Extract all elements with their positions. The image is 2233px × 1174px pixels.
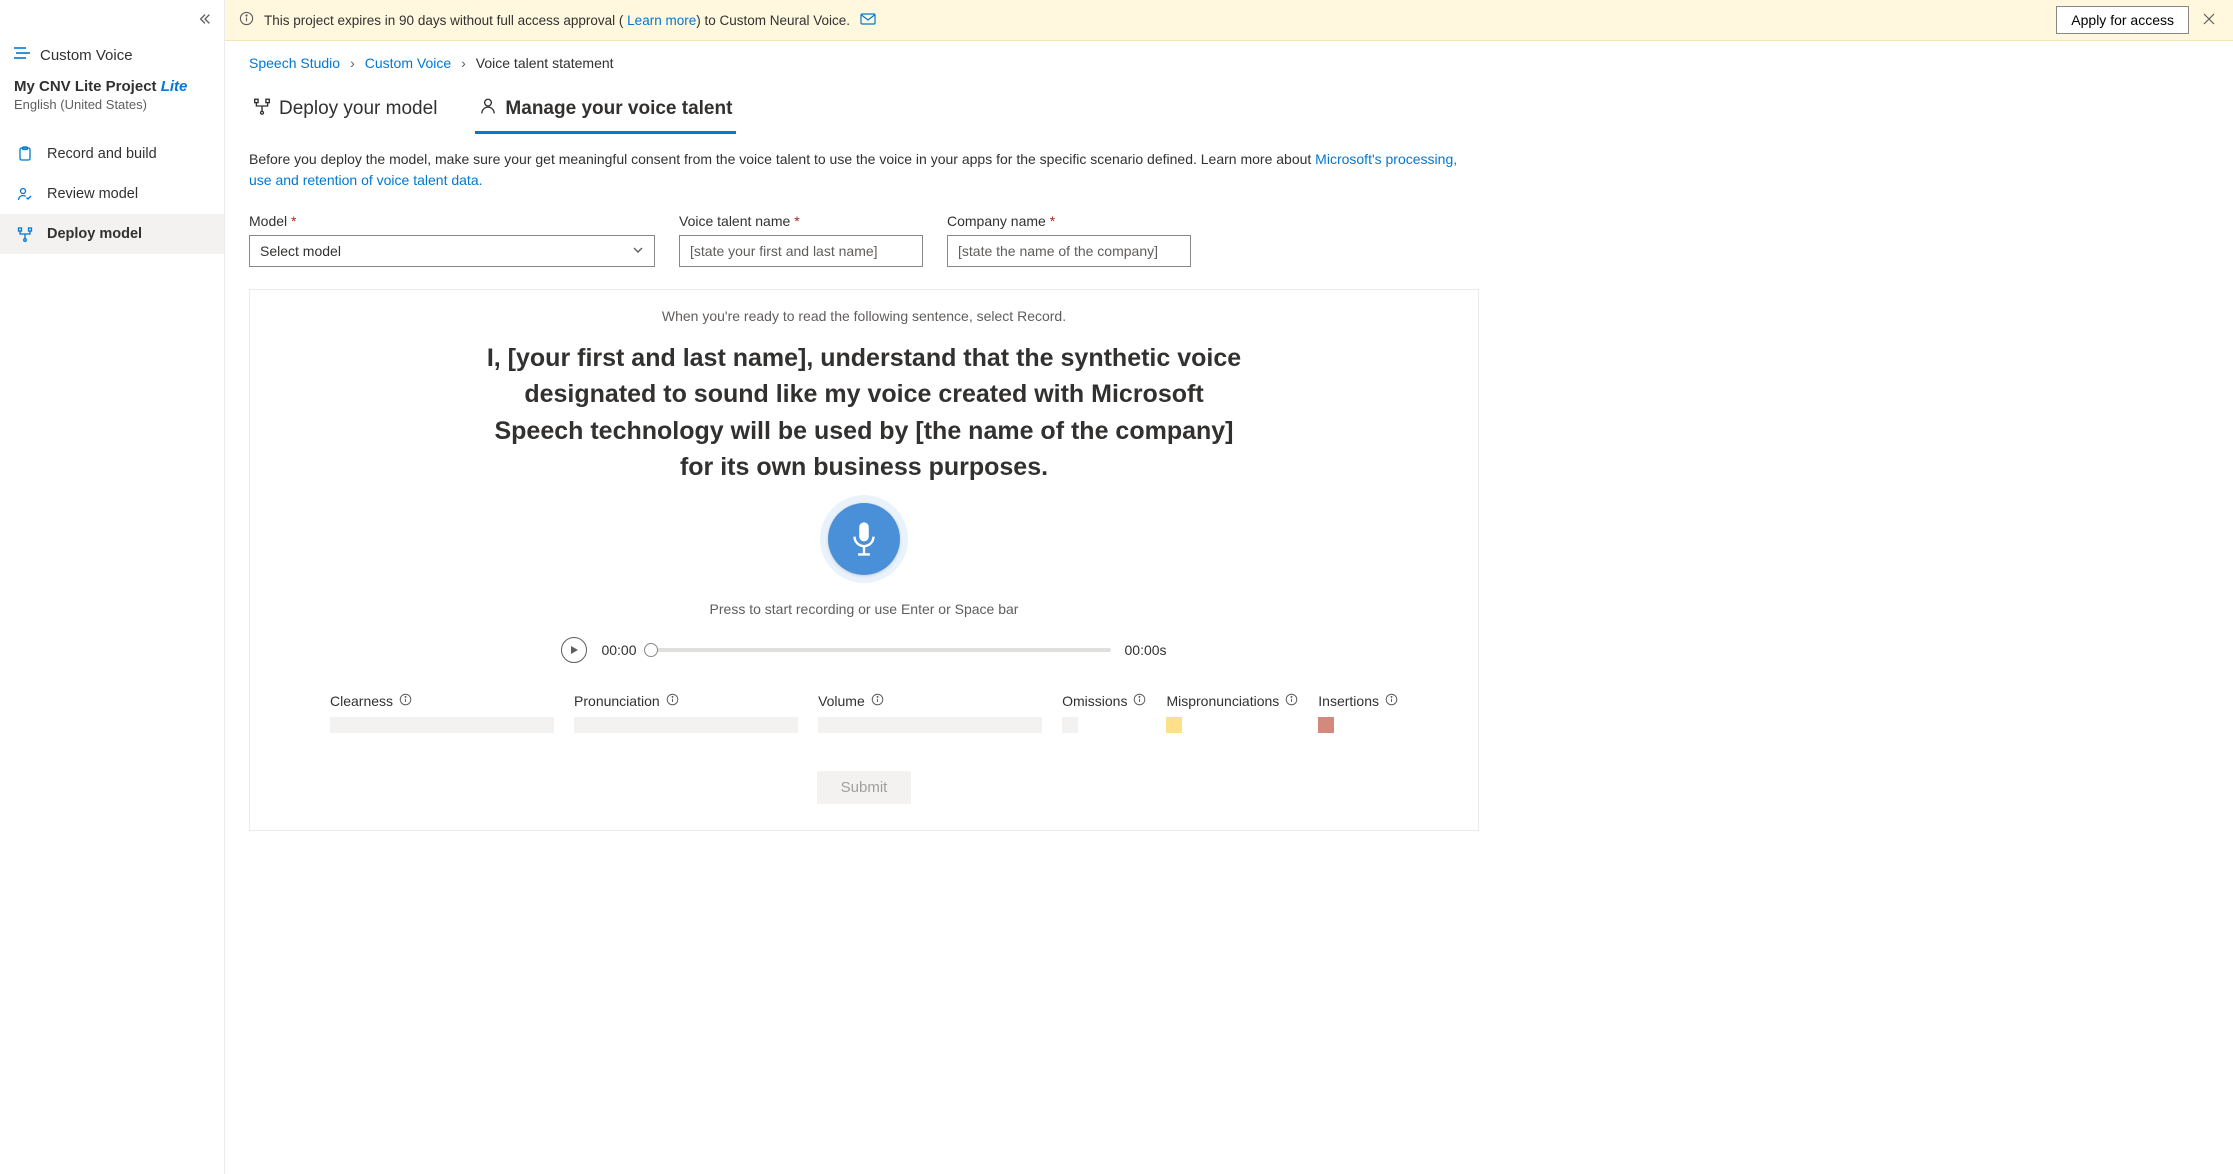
panel-hint: When you're ready to read the following … [310,308,1418,324]
dismiss-banner[interactable] [2199,9,2219,32]
info-icon[interactable] [871,693,884,709]
metric-bar [818,717,1042,733]
audio-player: 00:00 00:00s [310,637,1418,663]
sidebar-item-record[interactable]: Record and build [0,134,224,174]
time-total: 00:00s [1125,642,1167,658]
sidebar-item-label: Review model [47,186,138,202]
record-button-ring [820,495,908,583]
info-icon[interactable] [1133,693,1146,709]
info-icon[interactable] [1385,693,1398,709]
mail-icon[interactable] [860,13,876,28]
tab-manage-talent[interactable]: Manage your voice talent [475,89,736,134]
breadcrumb: Speech Studio › Custom Voice › Voice tal… [249,51,2209,83]
deploy-icon [253,97,271,121]
tabs: Deploy your model Manage your voice tale… [249,89,2209,135]
chevron-down-icon [632,243,644,259]
tab-label: Deploy your model [279,98,437,120]
learn-more-link[interactable]: Learn more [627,13,696,28]
metric-bar [574,717,798,733]
crumb-current: Voice talent statement [476,55,614,71]
info-icon[interactable] [666,693,679,709]
tab-label: Manage your voice talent [505,98,732,120]
model-label: Model * [249,213,655,229]
notice-banner: This project expires in 90 days without … [225,0,2233,41]
microphone-icon [849,520,879,558]
metric-swatch [1318,717,1334,733]
person-check-icon [17,186,35,202]
seek-track[interactable] [651,648,1111,652]
talent-field: Voice talent name * [679,213,923,267]
submit-button[interactable]: Submit [817,771,912,804]
chevron-right-icon: › [350,55,355,71]
metric-swatch [1062,717,1078,733]
metric-bar [330,717,554,733]
company-label: Company name * [947,213,1191,229]
metric-insertions: Insertions [1318,693,1398,733]
project-badge: Lite [161,78,188,95]
metric-omissions: Omissions [1062,693,1146,733]
model-placeholder: Select model [260,243,341,259]
page-description: Before you deploy the model, make sure y… [249,149,1479,191]
metric-clearness: Clearness [330,693,554,733]
info-icon[interactable] [399,693,412,709]
metrics-row: Clearness Pronunciation Volume Omissions [310,693,1418,733]
play-button[interactable] [561,637,587,663]
project-block: My CNV Lite Project Lite English (United… [0,68,224,112]
clipboard-icon [17,146,35,162]
crumb-speech-studio[interactable]: Speech Studio [249,55,340,71]
sidebar-item-label: Record and build [47,146,157,162]
metric-volume: Volume [818,693,1042,733]
sidebar-collapse[interactable] [0,8,224,36]
record-hint: Press to start recording or use Enter or… [710,601,1019,617]
chevron-right-icon: › [461,55,466,71]
sidebar-item-label: Deploy model [47,226,142,242]
metric-mispronunciations: Mispronunciations [1166,693,1298,733]
project-language: English (United States) [14,95,210,112]
info-icon[interactable] [1285,693,1298,709]
crumb-custom-voice[interactable]: Custom Voice [365,55,451,71]
app-label: Custom Voice [40,47,133,64]
chevron-double-left-icon [198,12,212,26]
close-icon [2203,13,2215,25]
seek-thumb[interactable] [644,643,658,657]
apply-access-button[interactable]: Apply for access [2056,6,2189,34]
project-name: My CNV Lite Project [14,78,157,95]
sidebar: Custom Voice My CNV Lite Project Lite En… [0,0,225,1174]
model-select[interactable]: Select model [249,235,655,267]
app-heading: Custom Voice [0,36,224,68]
metric-pronunciation: Pronunciation [574,693,798,733]
menu-icon [14,46,30,64]
info-icon [239,11,254,29]
company-field: Company name * [947,213,1191,267]
banner-text: This project expires in 90 days without … [264,13,850,28]
voice-talent-input[interactable] [679,235,923,267]
consent-statement: I, [your first and last name], understan… [484,340,1244,485]
sidebar-item-review[interactable]: Review model [0,174,224,214]
tab-deploy-model[interactable]: Deploy your model [249,89,441,134]
main: This project expires in 90 days without … [225,0,2233,1174]
model-field: Model * Select model [249,213,655,267]
person-icon [479,97,497,121]
deploy-icon [17,226,35,242]
company-input[interactable] [947,235,1191,267]
metric-swatch [1166,717,1182,733]
talent-label: Voice talent name * [679,213,923,229]
play-icon [569,645,579,655]
record-button[interactable] [828,503,900,575]
sidebar-item-deploy[interactable]: Deploy model [0,214,224,254]
time-current: 00:00 [601,642,636,658]
recording-panel: When you're ready to read the following … [249,289,1479,831]
